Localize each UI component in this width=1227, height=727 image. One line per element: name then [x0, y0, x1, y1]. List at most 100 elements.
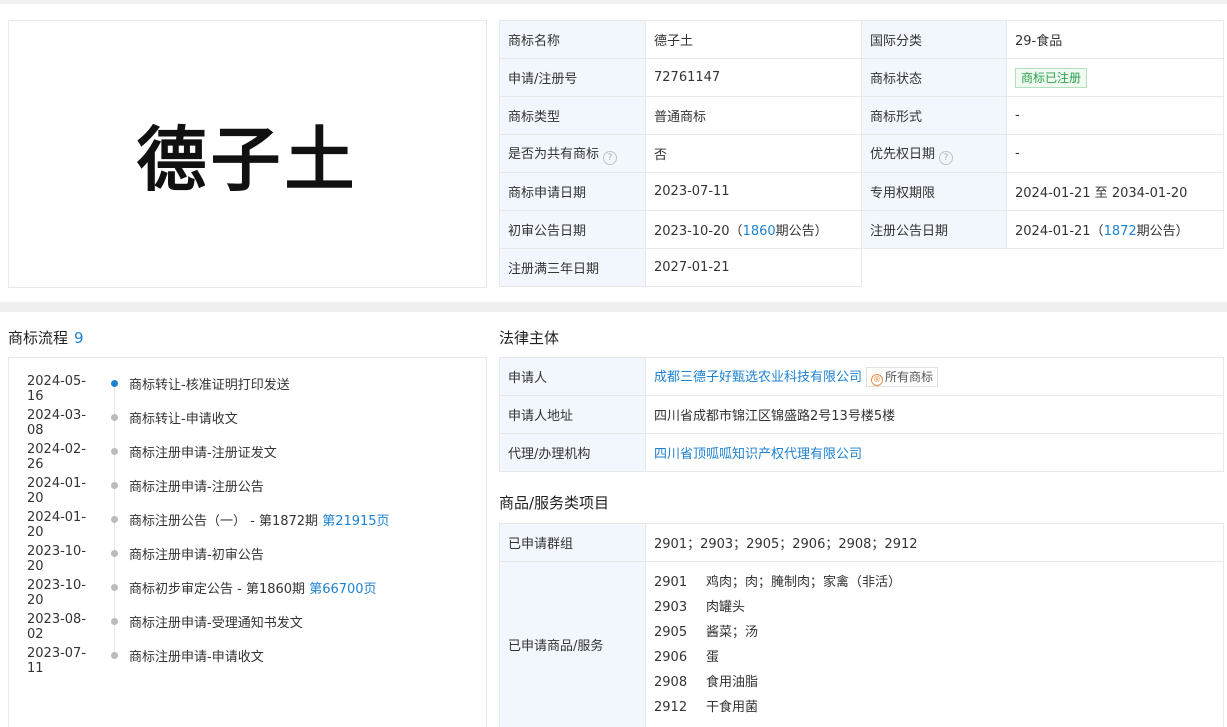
- info-key: 商标类型: [499, 96, 646, 135]
- flow-item: 2024-05-16 商标转让-核准证明打印发送: [9, 372, 479, 404]
- help-icon[interactable]: ?: [939, 150, 954, 165]
- registered-icon: ®: [871, 374, 884, 386]
- info-value-text: 期公告）: [1136, 224, 1189, 239]
- section-divider: [0, 302, 1227, 312]
- flow-text-label: 商标初步审定公告 - 第1860期: [129, 582, 310, 597]
- goods-table: 已申请群组 2901；2903；2905；2906；2908；2912 已申请商…: [499, 523, 1224, 727]
- service-name: 干食用菌: [706, 699, 759, 715]
- info-key-text: 国际分类: [870, 34, 923, 49]
- flow-text-label: 商标转让-申请收文: [129, 412, 238, 427]
- info-key: 是否为共有商标?: [499, 134, 646, 173]
- services-list: 2901 鸡肉；肉；腌制肉；家禽（非活） 2903 肉罐头 2905 酱菜；汤 2906 蛋 2…: [654, 570, 1215, 720]
- flow-text-label: 商标注册申请-注册公告: [129, 480, 264, 495]
- info-row: 初审公告日期 2023-10-20（1860期公告） 注册公告日期 2024-01-2…: [499, 210, 1224, 249]
- flow-item: 2023-07-11 商标注册申请-申请收文: [9, 644, 479, 676]
- flow-date: 2023-10-20: [27, 578, 87, 608]
- service-code: 2906: [654, 649, 688, 665]
- service-code: 2912: [654, 699, 688, 715]
- flow-timeline: 2024-05-16 商标转让-核准证明打印发送 2024-03-08 商标转让-申请…: [8, 357, 487, 727]
- service-name: 食用油脂: [706, 674, 759, 690]
- flow-count: 9: [74, 329, 84, 347]
- service-item: 2912 干食用菌: [654, 695, 1215, 720]
- info-key-text: 优先权日期: [870, 146, 936, 162]
- flow-dot-icon: [111, 414, 118, 421]
- all-trademarks-label: 所有商标: [885, 370, 934, 384]
- info-value: -: [1006, 96, 1224, 135]
- flow-text: 商标注册申请-受理通知书发文: [129, 612, 303, 631]
- address-value: 四川省成都市锦江区锦盛路2号13号楼5楼: [645, 395, 1224, 434]
- legal-table: 申请人 成都三德子好甄选农业科技有限公司 ® 所有商标 申请人地址 四川省成都市锦江…: [499, 357, 1224, 472]
- info-value: 72761147: [645, 58, 862, 97]
- info-value-text: 期公告）: [775, 224, 828, 239]
- info-key: 商标申请日期: [499, 172, 646, 211]
- flow-section-title: 商标流程 9: [8, 327, 84, 348]
- info-key-text: 是否为共有商标: [508, 146, 600, 162]
- flow-text: 商标注册公告（一） - 第1872期 第21915页: [129, 510, 390, 529]
- flow-item: 2024-01-20 商标注册公告（一） - 第1872期 第21915页: [9, 508, 479, 540]
- flow-item: 2023-10-20 商标初步审定公告 - 第1860期 第66700页: [9, 576, 479, 608]
- announcement-issue-link[interactable]: 1860: [743, 224, 776, 239]
- info-value-text: 2023-10-20（: [654, 224, 743, 239]
- service-code: 2908: [654, 674, 688, 690]
- info-key: 国际分类: [861, 20, 1007, 59]
- applicant-label: 申请人: [499, 357, 646, 396]
- info-value-text: 29-食品: [1015, 34, 1063, 49]
- info-key-text: 商标状态: [870, 72, 923, 87]
- info-key: 商标形式: [861, 96, 1007, 135]
- empty-cell: [861, 248, 1224, 287]
- flow-text: 商标初步审定公告 - 第1860期 第66700页: [129, 578, 377, 597]
- applicant-link[interactable]: 成都三德子好甄选农业科技有限公司: [654, 370, 862, 385]
- info-row: 是否为共有商标? 否优先权日期? -: [499, 134, 1224, 173]
- flow-item: 2024-03-08 商标转让-申请收文: [9, 406, 479, 438]
- flow-dot-icon: [111, 380, 118, 387]
- info-value: -: [1006, 134, 1224, 173]
- trademark-image: 德子土: [8, 20, 487, 288]
- info-key-text: 商标名称: [508, 34, 561, 49]
- info-key-text: 注册公告日期: [870, 224, 949, 239]
- groups-value: 2901；2903；2905；2906；2908；2912: [645, 523, 1224, 562]
- all-trademarks-button[interactable]: ® 所有商标: [866, 367, 939, 387]
- service-item: 2905 酱菜；汤: [654, 620, 1215, 645]
- info-key: 申请/注册号: [499, 58, 646, 97]
- service-item: 2901 鸡肉；肉；腌制肉；家禽（非活）: [654, 570, 1215, 595]
- info-row: 注册满三年日期 2027-01-21: [499, 248, 1224, 287]
- flow-dot-icon: [111, 516, 118, 523]
- info-value: 29-食品: [1006, 20, 1224, 59]
- info-value: 2024-01-21 至 2034-01-20: [1006, 172, 1224, 211]
- info-value-text: 2024-01-21 至 2034-01-20: [1015, 186, 1188, 201]
- agent-link[interactable]: 四川省顶呱呱知识产权代理有限公司: [654, 447, 862, 462]
- flow-title: 商标流程: [8, 329, 69, 347]
- page-link[interactable]: 第66700页: [309, 582, 376, 597]
- service-item: 2903 肉罐头: [654, 595, 1215, 620]
- basic-info-table: 商标名称 德子土 国际分类 29-食品 申请/注册号 72761147 商标状态 商标已注册商…: [499, 20, 1224, 287]
- info-row: 商标类型 普通商标 商标形式 -: [499, 96, 1224, 135]
- goods-section-title: 商品/服务类项目: [499, 494, 610, 512]
- flow-date: 2024-03-08: [27, 408, 87, 438]
- help-icon[interactable]: ?: [603, 150, 618, 165]
- info-value-text: 2023-07-11: [654, 184, 730, 199]
- info-row: 申请/注册号 72761147 商标状态 商标已注册: [499, 58, 1224, 97]
- info-value-text: 72761147: [654, 70, 721, 85]
- flow-item: 2023-08-02 商标注册申请-受理通知书发文: [9, 610, 479, 642]
- flow-text-label: 商标注册申请-申请收文: [129, 650, 264, 665]
- flow-text: 商标转让-申请收文: [129, 408, 238, 427]
- service-name: 蛋: [706, 649, 720, 665]
- announcement-issue-link[interactable]: 1872: [1104, 224, 1137, 239]
- flow-text: 商标注册申请-注册证发文: [129, 442, 277, 461]
- info-key: 商标状态: [861, 58, 1007, 97]
- info-value: 普通商标: [645, 96, 862, 135]
- info-value-text: 2027-01-21: [654, 260, 730, 275]
- info-value-text: 德子土: [654, 34, 694, 49]
- flow-date: 2023-10-20: [27, 544, 87, 574]
- info-key: 专用权期限: [861, 172, 1007, 211]
- service-item: 2906 蛋: [654, 645, 1215, 670]
- flow-dot-icon: [111, 550, 118, 557]
- info-row: 商标申请日期 2023-07-11 专用权期限 2024-01-21 至 2034-0…: [499, 172, 1224, 211]
- info-key-text: 商标类型: [508, 110, 561, 125]
- service-code: 2903: [654, 599, 688, 615]
- service-name: 鸡肉；肉；腌制肉；家禽（非活）: [706, 574, 902, 590]
- trademark-image-text: 德子土: [136, 117, 359, 201]
- page-link[interactable]: 第21915页: [322, 514, 389, 529]
- flow-item: 2024-02-26 商标注册申请-注册证发文: [9, 440, 479, 472]
- info-value: 德子土: [645, 20, 862, 59]
